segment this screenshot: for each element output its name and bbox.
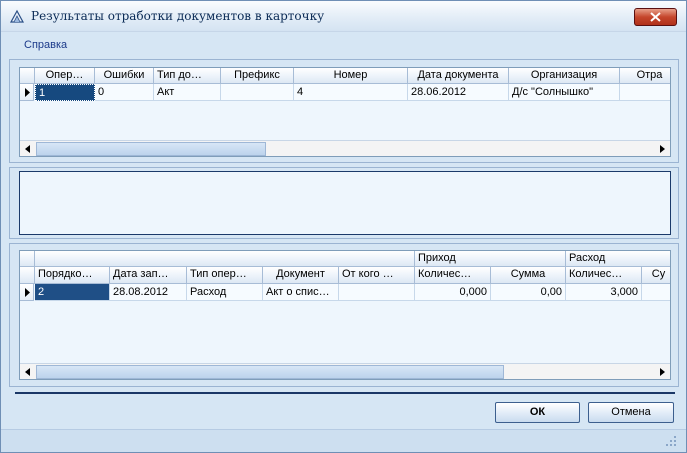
col-header-expense-qty[interactable]: Количес… <box>566 267 642 284</box>
ok-button[interactable]: ОК <box>495 402 580 423</box>
title-bar[interactable]: Результаты отработки документов в карточ… <box>1 1 686 32</box>
cell-doc-type[interactable]: Акт <box>154 84 221 101</box>
cell-expense-sum[interactable] <box>642 284 670 301</box>
row-indicator[interactable] <box>20 284 34 301</box>
footer-separator <box>15 392 675 394</box>
col-header-prefix[interactable]: Префикс <box>221 68 294 84</box>
cancel-button[interactable]: Отмена <box>588 402 674 423</box>
row-indicator-header <box>20 267 35 284</box>
cell-income-sum[interactable]: 0,00 <box>491 284 566 301</box>
cell-order[interactable]: 2 <box>35 284 110 301</box>
scroll-left-icon[interactable] <box>20 141 36 157</box>
col-header-organization[interactable]: Организация <box>509 68 620 84</box>
menu-help[interactable]: Справка <box>24 39 67 51</box>
cell-expense-qty[interactable]: 3,000 <box>566 284 642 301</box>
cell-doc-date[interactable]: 28.06.2012 <box>408 84 509 101</box>
band-indicator-header <box>20 251 35 267</box>
col-header-errors[interactable]: Ошибки <box>95 68 154 84</box>
col-header-document[interactable]: Документ <box>263 267 339 284</box>
col-header-income-sum[interactable]: Сумма <box>491 267 566 284</box>
cell-record-date[interactable]: 28.08.2012 <box>110 284 187 301</box>
col-header-doc-type[interactable]: Тип до… <box>154 68 221 84</box>
cell-from-whom[interactable] <box>339 284 415 301</box>
col-header-operation-type[interactable]: Тип опер… <box>187 267 263 284</box>
col-header-otra[interactable]: Отра <box>620 68 670 84</box>
errors-memo[interactable] <box>19 171 671 235</box>
scroll-thumb[interactable] <box>36 365 504 379</box>
cell-prefix[interactable] <box>221 84 294 101</box>
scroll-thumb[interactable] <box>36 142 266 156</box>
col-header-expense-sum[interactable]: Су <box>642 267 670 284</box>
close-icon <box>650 12 661 22</box>
card-entries-grid[interactable]: Приход Расход Порядко… Дата зап… Тип опе… <box>19 250 671 380</box>
col-header-oper[interactable]: Опер… <box>35 68 95 84</box>
band-header-blank <box>35 251 415 267</box>
resize-grip-icon[interactable] <box>665 435 677 447</box>
window-title: Результаты отработки документов в карточ… <box>31 9 325 23</box>
cell-errors[interactable]: 0 <box>95 84 154 101</box>
cell-otra[interactable] <box>620 84 670 101</box>
col-header-from-whom[interactable]: От кого … <box>339 267 415 284</box>
cell-operation-type[interactable]: Расход <box>187 284 263 301</box>
top-horizontal-scrollbar[interactable] <box>20 140 670 157</box>
app-icon <box>9 9 25 23</box>
dialog-window: Результаты отработки документов в карточ… <box>0 0 687 453</box>
col-header-income-qty[interactable]: Количес… <box>415 267 491 284</box>
row-indicator[interactable] <box>20 84 34 101</box>
bottom-horizontal-scrollbar[interactable] <box>20 363 670 380</box>
scroll-right-icon[interactable] <box>654 364 670 380</box>
band-header-income[interactable]: Приход <box>415 251 566 267</box>
row-pointer-icon <box>25 88 30 97</box>
col-header-doc-date[interactable]: Дата документа <box>408 68 509 84</box>
documents-grid[interactable]: Опер… Ошибки Тип до… Префикс Номер Дата … <box>19 67 671 157</box>
band-header-expense[interactable]: Расход <box>566 251 670 267</box>
col-header-number[interactable]: Номер <box>294 68 408 84</box>
col-header-order[interactable]: Порядко… <box>35 267 110 284</box>
status-bar <box>1 429 686 452</box>
cell-document[interactable]: Акт о спис… <box>263 284 339 301</box>
row-pointer-icon <box>25 288 30 297</box>
scroll-right-icon[interactable] <box>654 141 670 157</box>
cell-organization[interactable]: Д/с "Солнышко" <box>509 84 620 101</box>
cell-income-qty[interactable]: 0,000 <box>415 284 491 301</box>
close-button[interactable] <box>634 8 677 26</box>
row-indicator-header <box>20 68 35 84</box>
cell-oper[interactable]: 1 <box>35 84 95 101</box>
scroll-left-icon[interactable] <box>20 364 36 380</box>
cell-number[interactable]: 4 <box>294 84 408 101</box>
col-header-record-date[interactable]: Дата зап… <box>110 267 187 284</box>
